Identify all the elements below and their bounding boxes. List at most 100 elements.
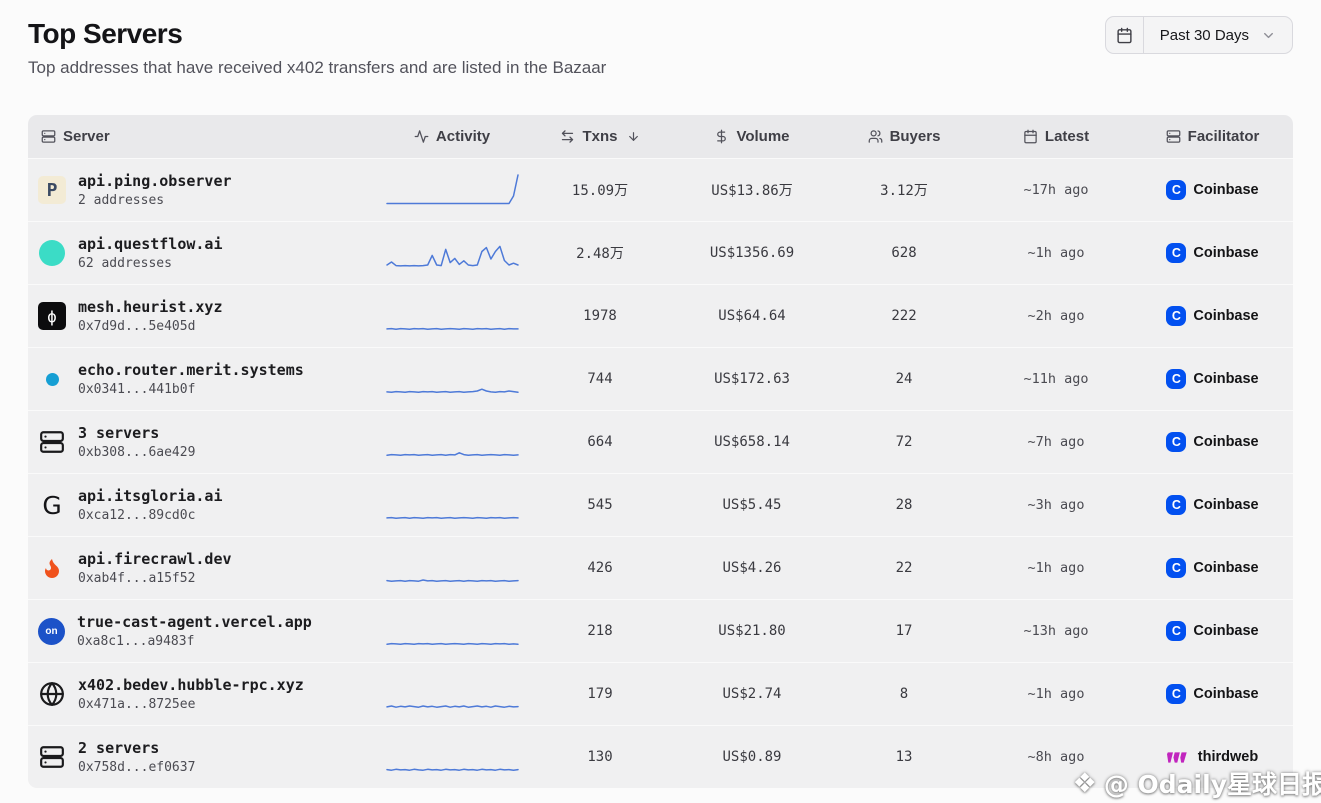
server-address: 0x471a...8725ee	[78, 697, 304, 712]
activity-sparkline	[380, 736, 524, 778]
server-cell: G api.itsgloria.ai 0xca12...89cd0c	[28, 487, 380, 523]
coinbase-icon: C	[1166, 558, 1186, 578]
server-name: echo.router.merit.systems	[78, 361, 304, 379]
buyers-value: 222	[828, 308, 980, 324]
volume-value: US$2.74	[676, 686, 828, 702]
server-name: x402.bedev.hubble-rpc.xyz	[78, 676, 304, 694]
txns-value: 1978	[524, 308, 676, 324]
txns-value: 2.48万	[524, 243, 676, 263]
txns-value: 426	[524, 560, 676, 576]
volume-value: US$21.80	[676, 623, 828, 639]
server-name: true-cast-agent.vercel.app	[77, 613, 312, 631]
volume-value: US$658.14	[676, 434, 828, 450]
server-name: 3 servers	[78, 424, 195, 442]
server-name: api.firecrawl.dev	[78, 550, 232, 568]
top-servers-table: Server Activity Txns Volume	[28, 115, 1293, 788]
table-row-api-questflow-ai[interactable]: api.questflow.ai 62 addresses 2.48万 US$1…	[28, 221, 1293, 284]
server-address: 0x0341...441b0f	[78, 382, 304, 397]
latest-value: ~2h ago	[980, 308, 1132, 324]
column-label: Activity	[436, 128, 490, 145]
calendar-icon	[1023, 129, 1038, 144]
volume-value: US$4.26	[676, 560, 828, 576]
calendar-icon	[1116, 27, 1133, 44]
column-header-facilitator[interactable]: Facilitator	[1132, 128, 1293, 145]
table-row-api-firecrawl-dev[interactable]: api.firecrawl.dev 0xab4f...a15f52 426 US…	[28, 536, 1293, 599]
volume-value: US$5.45	[676, 497, 828, 513]
table-row-api-itsgloria-ai[interactable]: G api.itsgloria.ai 0xca12...89cd0c 545 U…	[28, 473, 1293, 536]
coinbase-icon: C	[1166, 243, 1186, 263]
latest-value: ~17h ago	[980, 182, 1132, 198]
server-cell: 2 servers 0x758d...ef0637	[28, 739, 380, 775]
facilitator-name: thirdweb	[1198, 749, 1258, 765]
questflow-logo-icon	[39, 240, 65, 266]
server-address: 0xab4f...a15f52	[78, 571, 232, 586]
latest-value: ~1h ago	[980, 245, 1132, 261]
column-label: Buyers	[890, 128, 941, 145]
activity-sparkline	[380, 295, 524, 337]
server-address: 0x758d...ef0637	[78, 760, 195, 775]
facilitator-cell: C Coinbase	[1132, 369, 1293, 389]
facilitator-cell: C Coinbase	[1132, 180, 1293, 200]
true-cast-logo-icon: on	[38, 618, 65, 645]
facilitator-name: Coinbase	[1193, 371, 1258, 387]
volume-value: US$64.64	[676, 308, 828, 324]
servers-group-icon	[38, 743, 66, 771]
facilitator-name: Coinbase	[1193, 560, 1258, 576]
facilitator-cell: C Coinbase	[1132, 306, 1293, 326]
facilitator-cell: C Coinbase	[1132, 558, 1293, 578]
stack-icon	[1166, 129, 1181, 144]
coinbase-icon: C	[1166, 495, 1186, 515]
buyers-value: 628	[828, 245, 980, 261]
server-cell: api.questflow.ai 62 addresses	[28, 235, 380, 271]
table-row-2-servers[interactable]: 2 servers 0x758d...ef0637 130 US$0.89 13…	[28, 725, 1293, 788]
column-header-latest[interactable]: Latest	[980, 128, 1132, 145]
date-range-control: Past 30 Days	[1105, 16, 1293, 54]
server-name: mesh.heurist.xyz	[78, 298, 223, 316]
volume-value: US$1356.69	[676, 245, 828, 261]
facilitator-name: Coinbase	[1193, 245, 1258, 261]
page-header: Top Servers Top addresses that have rece…	[28, 18, 606, 78]
txns-value: 179	[524, 686, 676, 702]
column-header-activity[interactable]: Activity	[380, 128, 524, 145]
facilitator-cell: thirdweb	[1132, 749, 1293, 765]
column-header-server[interactable]: Server	[28, 128, 380, 145]
txns-value: 15.09万	[524, 180, 676, 200]
date-range-label: Past 30 Days	[1160, 27, 1249, 44]
table-row-api-ping-observer[interactable]: P api.ping.observer 2 addresses 15.09万 U…	[28, 158, 1293, 221]
table-row-echo-router-merit-systems[interactable]: echo.router.merit.systems 0x0341...441b0…	[28, 347, 1293, 410]
server-address: 0xa8c1...a9483f	[77, 634, 312, 649]
globe-icon	[38, 680, 66, 708]
volume-value: US$0.89	[676, 749, 828, 765]
table-row-true-cast-agent-vercel-app[interactable]: on true-cast-agent.vercel.app 0xa8c1...a…	[28, 599, 1293, 662]
server-cell: 3 servers 0xb308...6ae429	[28, 424, 380, 460]
table-row-mesh-heurist-xyz[interactable]: ϕ mesh.heurist.xyz 0x7d9d...5e405d 1978 …	[28, 284, 1293, 347]
latest-value: ~8h ago	[980, 749, 1132, 765]
activity-sparkline	[380, 358, 524, 400]
buyers-value: 28	[828, 497, 980, 513]
dollar-icon	[714, 129, 729, 144]
server-address: 0x7d9d...5e405d	[78, 319, 223, 334]
column-header-volume[interactable]: Volume	[676, 128, 828, 145]
activity-sparkline	[380, 610, 524, 652]
column-header-buyers[interactable]: Buyers	[828, 128, 980, 145]
facilitator-cell: C Coinbase	[1132, 495, 1293, 515]
heurist-logo-icon: ϕ	[38, 302, 66, 330]
facilitator-name: Coinbase	[1193, 434, 1258, 450]
buyers-value: 22	[828, 560, 980, 576]
txns-value: 130	[524, 749, 676, 765]
server-cell: echo.router.merit.systems 0x0341...441b0…	[28, 361, 380, 397]
table-row-3-servers[interactable]: 3 servers 0xb308...6ae429 664 US$658.14 …	[28, 410, 1293, 473]
thirdweb-icon	[1167, 750, 1191, 765]
facilitator-name: Coinbase	[1193, 623, 1258, 639]
date-range-dropdown[interactable]: Past 30 Days	[1144, 17, 1292, 53]
gloria-logo-icon: G	[38, 491, 66, 519]
merit-logo-icon	[46, 373, 59, 386]
calendar-button[interactable]	[1106, 17, 1144, 53]
table-row-x402-bedev-hubble-rpc-xyz[interactable]: x402.bedev.hubble-rpc.xyz 0x471a...8725e…	[28, 662, 1293, 725]
server-name: api.itsgloria.ai	[78, 487, 223, 505]
volume-value: US$172.63	[676, 371, 828, 387]
servers-group-icon	[38, 428, 66, 456]
buyers-value: 17	[828, 623, 980, 639]
server-addresses: 2 addresses	[78, 193, 232, 208]
column-header-txns[interactable]: Txns	[524, 128, 676, 145]
